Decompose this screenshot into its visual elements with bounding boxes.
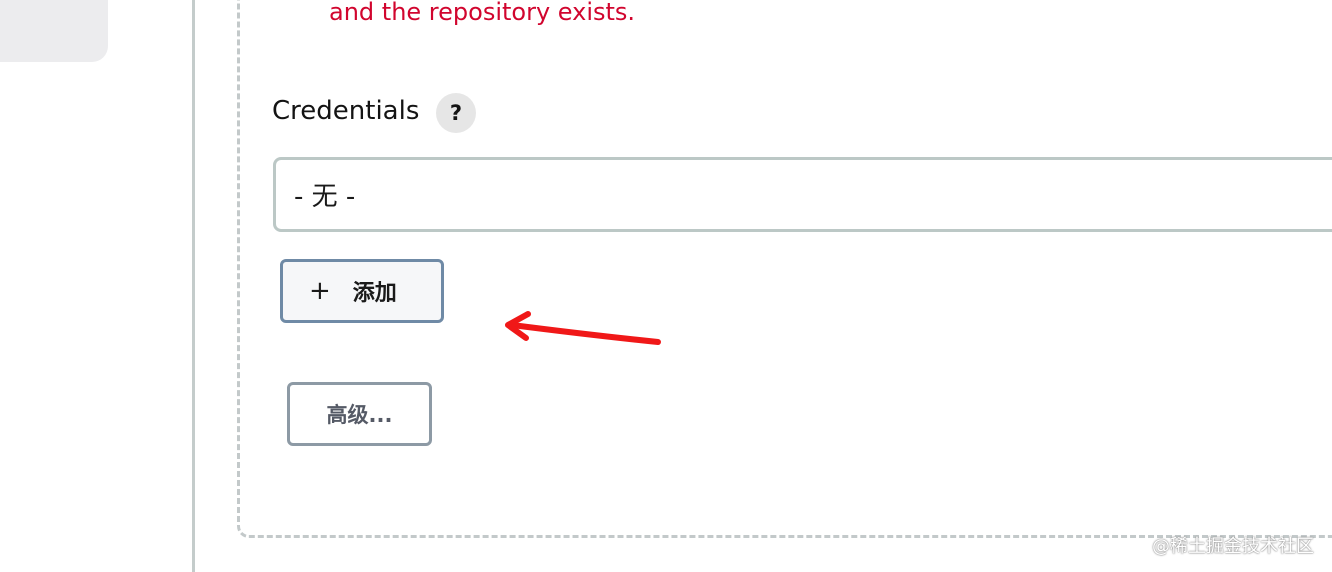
credentials-help-icon[interactable]: ? — [436, 93, 476, 133]
plus-icon: + — [309, 276, 331, 306]
help-question-mark: ? — [449, 101, 463, 125]
validation-error-message: and the repository exists. — [329, 0, 636, 26]
credentials-label: Credentials — [272, 96, 420, 126]
sidebar-divider — [192, 0, 195, 572]
watermark: @稀土掘金技术社区 — [1152, 536, 1314, 557]
add-button-label: 添加 — [352, 281, 397, 306]
advanced-button[interactable]: 高级... — [287, 382, 432, 446]
page: and the repository exists. Credentials ?… — [0, 0, 1332, 572]
credentials-select[interactable]: - 无 - — [273, 157, 1332, 232]
add-credentials-button[interactable]: + 添加 — [280, 259, 444, 323]
advanced-button-label: 高级... — [326, 403, 393, 427]
credentials-selected-value: - 无 - — [294, 182, 356, 212]
sidebar-panel — [0, 0, 108, 62]
